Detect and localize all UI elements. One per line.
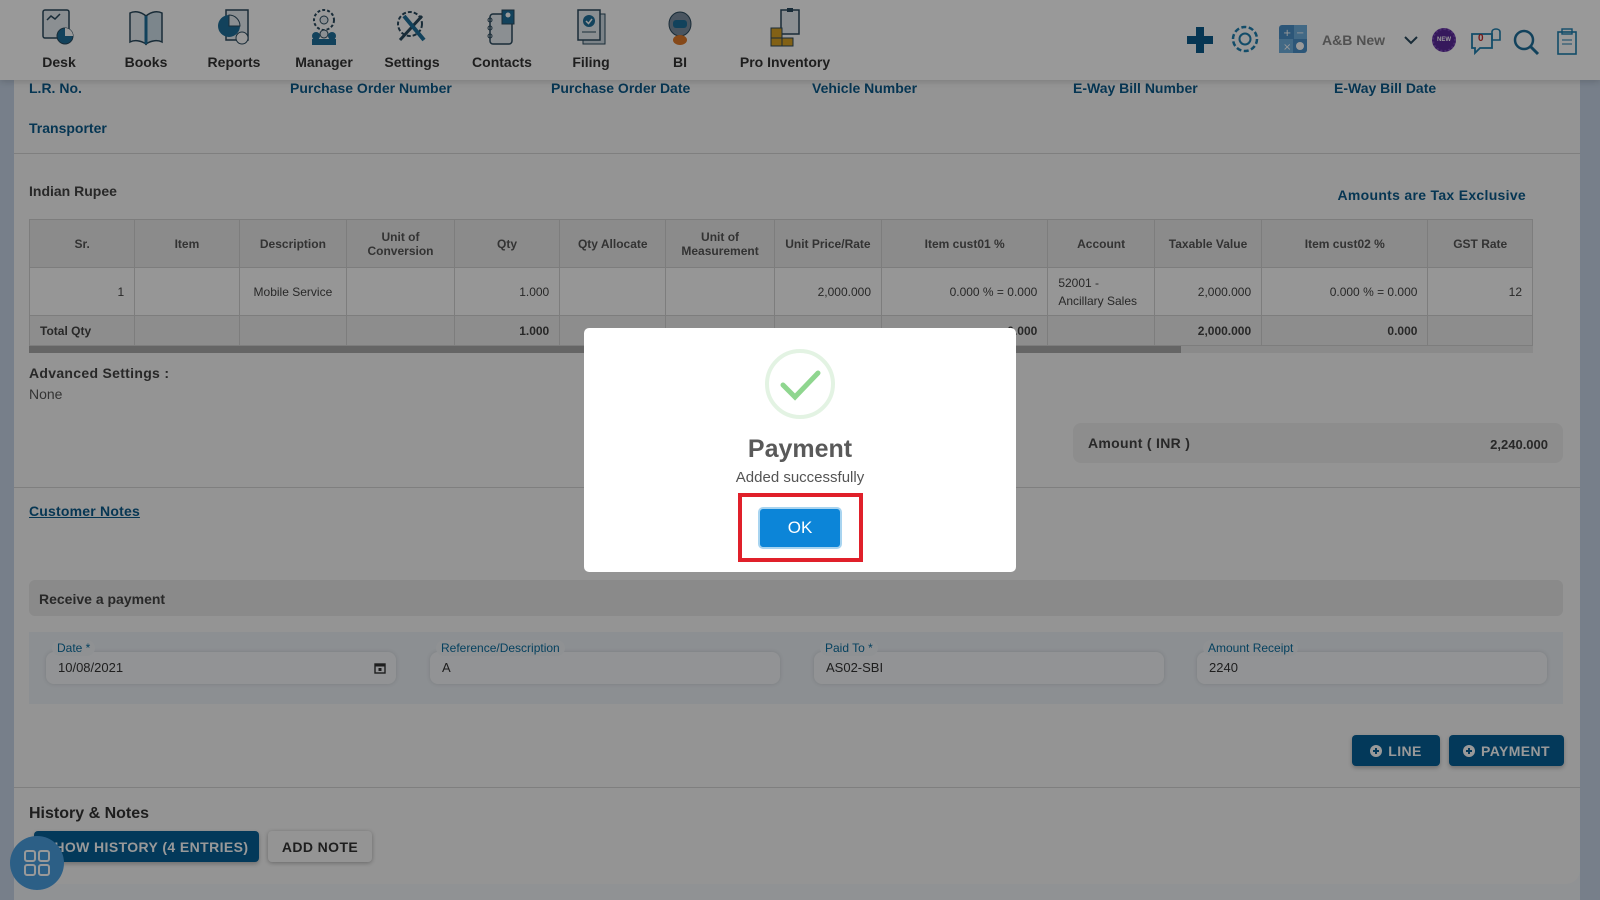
ok-button[interactable]: OK bbox=[758, 507, 842, 549]
dialog-message: Added successfully bbox=[735, 469, 865, 486]
success-check-icon bbox=[765, 349, 835, 419]
success-dialog: Payment Added successfully OK bbox=[584, 328, 1016, 572]
dialog-title: Payment bbox=[747, 435, 853, 463]
